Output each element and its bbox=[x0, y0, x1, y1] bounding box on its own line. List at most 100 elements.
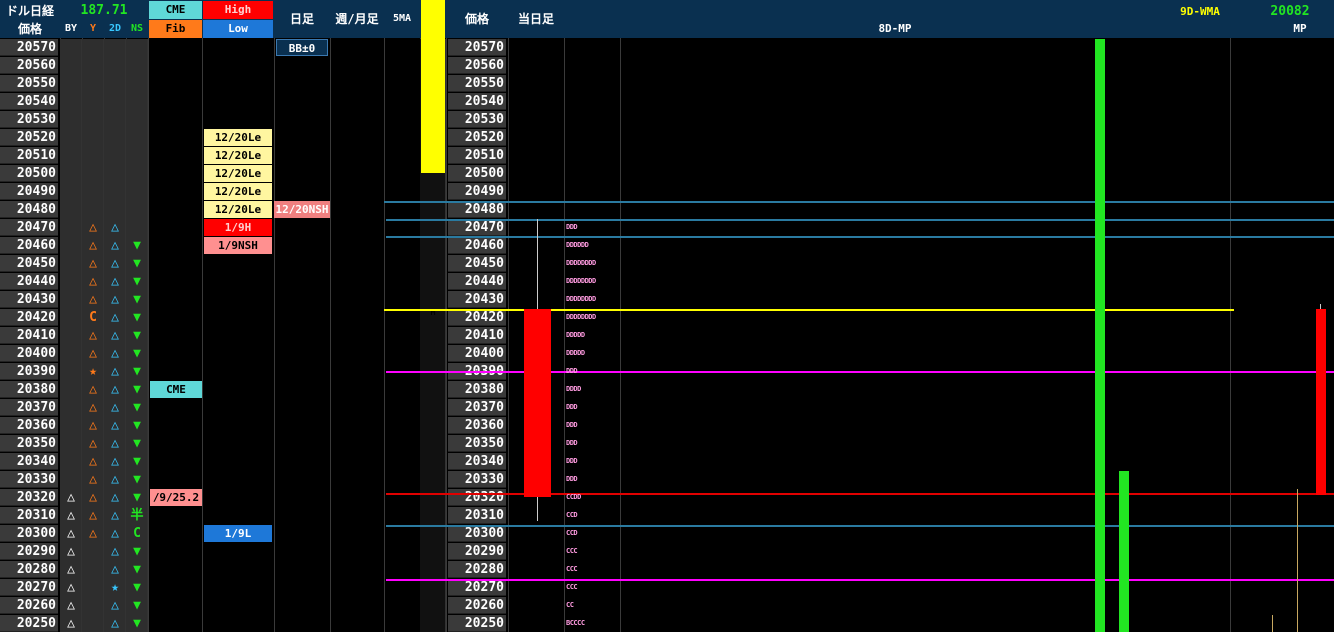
price-label-right: 20550 bbox=[448, 75, 506, 92]
price-label-right: 20490 bbox=[448, 183, 506, 200]
mp-letters: DDD bbox=[566, 439, 578, 447]
mp-header: MP bbox=[1293, 22, 1307, 35]
price-label-left: 20270 bbox=[0, 579, 58, 596]
mp-letters: DDDDDDDD bbox=[566, 277, 596, 285]
triangle-icon: △ bbox=[111, 292, 119, 307]
down-triangle-icon: ▼ bbox=[133, 400, 141, 415]
mp-letters: DDDDD bbox=[566, 331, 585, 339]
down-triangle-icon: ▼ bbox=[133, 256, 141, 271]
green-bar-short bbox=[1119, 471, 1129, 632]
triangle-icon: △ bbox=[111, 472, 119, 487]
price-label-left: 20370 bbox=[0, 399, 58, 416]
down-triangle-icon: ▼ bbox=[133, 274, 141, 289]
triangle-icon: △ bbox=[89, 274, 97, 289]
y-col-c: C bbox=[89, 310, 97, 325]
price-label-left: 20420 bbox=[0, 309, 58, 326]
column-divider bbox=[620, 38, 621, 632]
column-divider bbox=[330, 38, 331, 632]
price-label-right: 20520 bbox=[448, 129, 506, 146]
down-triangle-icon: ▼ bbox=[133, 490, 141, 505]
mp-letters: DDD bbox=[566, 421, 578, 429]
cme-marker: CME bbox=[150, 381, 202, 398]
mp-letters: DDDDDDDD bbox=[566, 295, 596, 303]
label-19h: 1/9H bbox=[204, 219, 272, 236]
down-triangle-icon: ▼ bbox=[133, 382, 141, 397]
price-label-left: 20260 bbox=[0, 597, 58, 614]
triangle-icon: △ bbox=[89, 346, 97, 361]
triangle-icon: △ bbox=[89, 418, 97, 433]
mp-letters: DDDDDDDD bbox=[566, 259, 596, 267]
hline-blue bbox=[386, 219, 1334, 221]
triangle-icon: △ bbox=[111, 346, 119, 361]
price-label-right: 20250 bbox=[448, 615, 506, 632]
green-bar-tall bbox=[1095, 39, 1105, 632]
mp-value: 20082 bbox=[1270, 4, 1310, 19]
price-label-left: 20290 bbox=[0, 543, 58, 560]
price-label-left: 20390 bbox=[0, 363, 58, 380]
triangle-icon: △ bbox=[111, 598, 119, 613]
price-label-left: 20350 bbox=[0, 435, 58, 452]
mp-letters: DDDDDDDD bbox=[566, 313, 596, 321]
mp-letters: DDD bbox=[566, 475, 578, 483]
triangle-icon: △ bbox=[111, 328, 119, 343]
price-label-left: 20360 bbox=[0, 417, 58, 434]
triangle-icon: △ bbox=[67, 562, 75, 577]
today-header: 当日足 bbox=[517, 12, 554, 26]
mp-letters: CCC bbox=[566, 583, 578, 591]
price-label-left: 20280 bbox=[0, 561, 58, 578]
triangle-icon: △ bbox=[67, 580, 75, 595]
down-triangle-icon: ▼ bbox=[133, 454, 141, 469]
mp-letters: CCC bbox=[566, 547, 578, 555]
triangle-icon: △ bbox=[89, 256, 97, 271]
price-label-right: 20370 bbox=[448, 399, 506, 416]
chart-window: ドル日経 価格 187.71 BY Y 2D NS CME Fib High L… bbox=[0, 0, 1334, 632]
triangle-icon: △ bbox=[111, 238, 119, 253]
price-label-right: 20430 bbox=[448, 291, 506, 308]
high-header: High bbox=[203, 1, 273, 19]
price-label-left: 20410 bbox=[0, 327, 58, 344]
triangle-icon: △ bbox=[89, 328, 97, 343]
wma-line bbox=[1272, 615, 1273, 632]
price-label-left: 20330 bbox=[0, 471, 58, 488]
price-label-right: 20480 bbox=[448, 201, 506, 218]
triangle-icon: △ bbox=[111, 274, 119, 289]
triangle-icon: △ bbox=[89, 436, 97, 451]
down-triangle-icon: ▼ bbox=[133, 616, 141, 631]
triangle-icon: △ bbox=[111, 526, 119, 541]
price-label-left: 20480 bbox=[0, 201, 58, 218]
down-triangle-icon: ▼ bbox=[133, 562, 141, 577]
price-label-left: 20540 bbox=[0, 93, 58, 110]
triangle-icon: △ bbox=[67, 616, 75, 631]
down-triangle-icon: ▼ bbox=[133, 328, 141, 343]
price-label-right: 20360 bbox=[448, 417, 506, 434]
down-triangle-icon: ▼ bbox=[133, 472, 141, 487]
column-divider bbox=[274, 38, 275, 632]
hline-magenta bbox=[386, 579, 1334, 581]
price-label-left: 20520 bbox=[0, 129, 58, 146]
triangle-icon: △ bbox=[89, 490, 97, 505]
mp-letters: CCC bbox=[566, 565, 578, 573]
fib-header: Fib bbox=[149, 20, 202, 38]
triangle-icon: △ bbox=[67, 598, 75, 613]
mp-letters: CCD bbox=[566, 529, 578, 537]
triangle-icon: △ bbox=[111, 490, 119, 505]
label-1220le: 12/20Le bbox=[204, 147, 272, 164]
label-1220le: 12/20Le bbox=[204, 183, 272, 200]
price-label-left: 20430 bbox=[0, 291, 58, 308]
candle-body bbox=[524, 309, 551, 497]
mp-letters: DDD bbox=[566, 223, 578, 231]
price-label-right: 20440 bbox=[448, 273, 506, 290]
price-label-left: 20550 bbox=[0, 75, 58, 92]
mp8d-header: 8D-MP bbox=[878, 22, 912, 35]
price-label-right: 20510 bbox=[448, 147, 506, 164]
mp-letters: DDDD bbox=[566, 385, 581, 393]
triangle-icon: △ bbox=[67, 544, 75, 559]
price-label-left: 20570 bbox=[0, 39, 58, 56]
down-triangle-icon: ▼ bbox=[133, 544, 141, 559]
wma-line bbox=[1297, 489, 1298, 632]
price-label-left: 20400 bbox=[0, 345, 58, 362]
triangle-icon: △ bbox=[89, 472, 97, 487]
mp-letters: DDD bbox=[566, 367, 578, 375]
bb-label: BB±0 bbox=[276, 39, 328, 56]
ns-c-mark: C bbox=[133, 526, 141, 541]
